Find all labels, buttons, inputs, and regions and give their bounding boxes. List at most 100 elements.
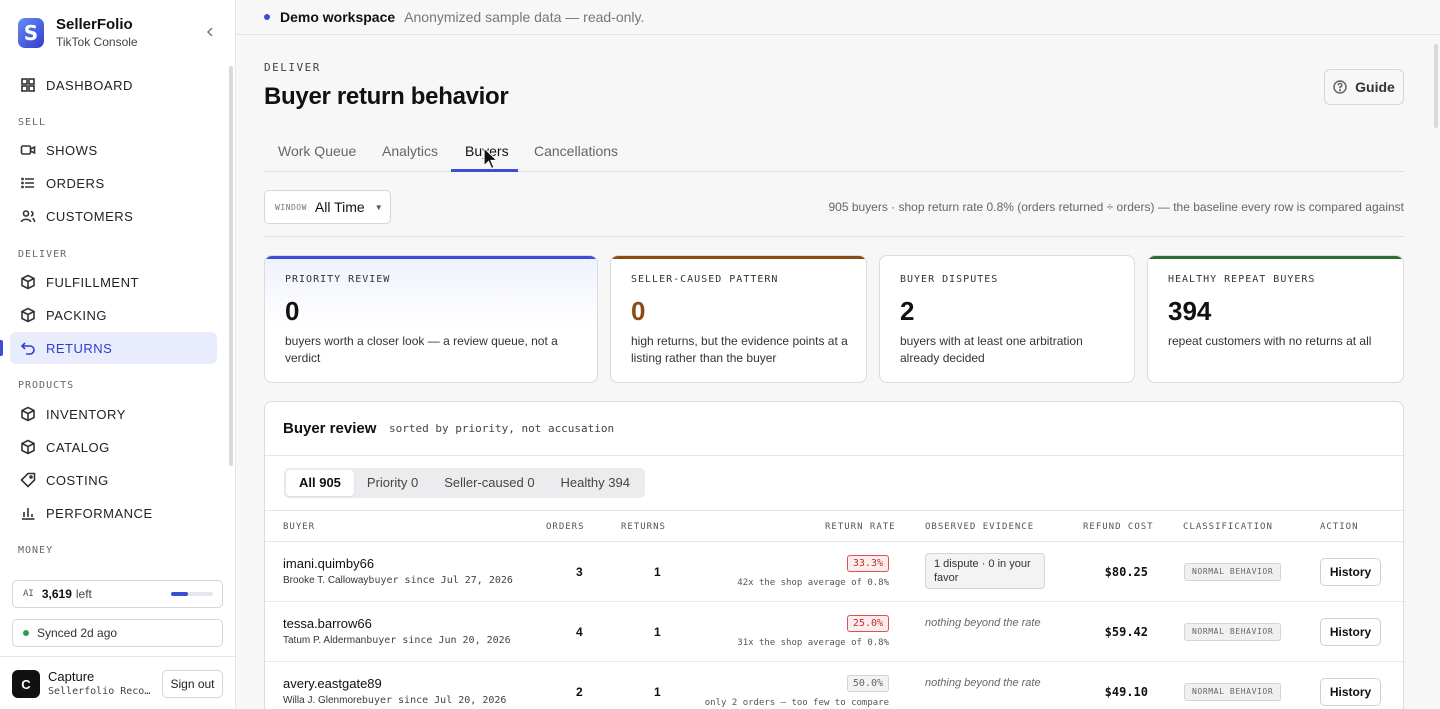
section-label-products: PRODUCTS [18,380,75,391]
buyer-handle[interactable]: imani.quimby66 [283,556,374,571]
tab-bar: Work Queue Analytics Buyers Cancellation… [264,134,1404,172]
window-select[interactable]: WINDOW All Time ▼ [264,190,391,224]
segment-filter: All 905 Priority 0 Seller-caused 0 Healt… [284,468,645,498]
brand[interactable]: S SellerFolio TikTok Console [18,16,138,49]
sidebar-item-dashboard[interactable]: DASHBOARD [10,69,217,101]
ai-credits[interactable]: AI 3,619 left [12,580,223,608]
sidebar-item-inventory[interactable]: INVENTORY [10,398,217,430]
card-buyer-disputes[interactable]: BUYER DISPUTES 2 buyers with at least on… [879,255,1135,383]
sidebar-item-orders[interactable]: ORDERS [10,167,217,199]
buyer-review-panel: Buyer review sorted by priority, not acc… [264,401,1404,709]
evidence-text: nothing beyond the rate [925,677,1041,689]
segment-all[interactable]: All 905 [286,470,354,496]
segment-seller-caused[interactable]: Seller-caused 0 [431,470,547,496]
sidebar-item-label: COSTING [46,472,109,488]
sidebar-scrollbar[interactable] [229,66,233,466]
card-label: HEALTHY REPEAT BUYERS [1168,274,1316,285]
sidebar-item-fulfillment[interactable]: FULFILLMENT [10,266,217,298]
sidebar-item-label: CATALOG [46,439,110,455]
grid-icon [21,78,35,92]
buyer-handle[interactable]: tessa.barrow66 [283,616,372,631]
cube-icon [21,406,35,422]
card-healthy-repeat[interactable]: HEALTHY REPEAT BUYERS 394 repeat custome… [1147,255,1404,383]
card-label: BUYER DISPUTES [900,274,999,285]
tab-cancellations[interactable]: Cancellations [534,143,618,172]
history-button[interactable]: History [1320,618,1381,646]
banner-title: Demo workspace [280,9,396,25]
col-classification[interactable]: CLASSIFICATION [1183,522,1273,532]
guide-button[interactable]: Guide [1324,69,1404,105]
card-label: PRIORITY REVIEW [285,274,391,285]
user-name: Capture [48,669,95,684]
card-priority-review[interactable]: PRIORITY REVIEW 0 buyers worth a closer … [264,255,598,383]
return-rate-badge: 25.0% [846,615,889,632]
return-arrow-icon [20,342,35,355]
bar-chart-icon [22,508,35,520]
history-button[interactable]: History [1320,558,1381,586]
col-evidence[interactable]: OBSERVED EVIDENCE [925,522,1034,532]
window-value: All Time [314,199,365,215]
sidebar-item-label: CUSTOMERS [46,208,134,224]
segment-priority[interactable]: Priority 0 [354,470,431,496]
buyer-real-name: Brooke T. Calloway [283,575,369,586]
divider [264,236,1404,237]
buyer-meta: Tatum P. Aldermanbuyer since Jun 20, 202… [283,635,511,646]
section-label-sell: SELL [18,117,47,128]
page-eyebrow: DELIVER [264,61,321,74]
col-buyer[interactable]: BUYER [283,522,315,532]
buyer-handle[interactable]: avery.eastgate89 [283,676,382,691]
sidebar-item-performance[interactable]: PERFORMANCE [10,497,217,529]
tag-icon [20,472,36,488]
card-value: 0 [285,296,300,326]
sidebar-item-packing[interactable]: PACKING [10,299,217,331]
card-description: repeat customers with no returns at all [1168,334,1372,348]
history-button[interactable]: History [1320,678,1381,706]
tab-analytics[interactable]: Analytics [382,143,438,172]
buyer-meta: Brooke T. Callowaybuyer since Jul 27, 20… [283,575,513,586]
return-rate-badge: 33.3% [846,555,889,572]
table-header: BUYER ORDERS RETURNS RETURN RATE OBSERVE… [265,510,1403,542]
avatar[interactable]: C [12,670,40,698]
card-value: 0 [631,296,646,326]
col-orders[interactable]: ORDERS [546,522,585,532]
buyer-since: buyer since Jul 20, 2026 [361,695,507,706]
sidebar-item-label: DASHBOARD [46,77,133,93]
catalog-icon [21,439,35,455]
segment-healthy[interactable]: Healthy 394 [548,470,643,496]
table-row[interactable]: avery.eastgate89 Willa J. Glenmorebuyer … [265,662,1403,709]
ai-usage-bar [171,592,213,596]
chevron-left-icon[interactable] [203,25,217,39]
card-seller-caused[interactable]: SELLER-CAUSED PATTERN 0 high returns, bu… [610,255,867,383]
sidebar-item-catalog[interactable]: CATALOG [10,431,217,463]
table-row[interactable]: tessa.barrow66 Tatum P. Aldermanbuyer si… [265,602,1403,662]
classification-badge: NORMAL BEHAVIOR [1184,683,1282,701]
col-returns[interactable]: RETURNS [621,522,666,532]
user-subtitle: Sellerfolio Recorder [48,686,152,697]
demo-banner: Demo workspace Anonymized sample data — … [236,0,1440,35]
brand-logo: S [18,17,44,48]
evidence-badge: 1 dispute · 0 in your favor [925,553,1045,589]
refund-cost: $49.10 [1104,685,1148,699]
banner-dot-icon [264,14,270,20]
tab-work-queue[interactable]: Work Queue [278,143,356,172]
ai-credits-value: 3,619 [41,587,72,601]
sign-out-button[interactable]: Sign out [162,670,223,698]
banner-subtitle: Anonymized sample data — read-only. [404,9,645,25]
sidebar-item-customers[interactable]: CUSTOMERS [10,200,217,232]
buyer-meta: Willa J. Glenmorebuyer since Jul 20, 202… [283,695,506,706]
sidebar-item-returns[interactable]: RETURNS [10,332,217,364]
review-subtitle: sorted by priority, not accusation [389,422,615,435]
return-rate-note: 31x the shop average of 0.8% [737,638,889,648]
sidebar-item-label: PERFORMANCE [46,505,153,521]
brand-name: SellerFolio [56,16,133,33]
refund-cost: $59.42 [1104,625,1148,639]
review-header: Buyer review sorted by priority, not acc… [265,402,1403,456]
table-row[interactable]: imani.quimby66 Brooke T. Callowaybuyer s… [265,542,1403,602]
col-return-rate[interactable]: RETURN RATE [825,522,896,532]
main-scrollbar[interactable] [1434,44,1438,128]
ai-usage-fill [171,592,188,596]
col-refund-cost[interactable]: REFUND COST [1083,522,1154,532]
sidebar-item-costing[interactable]: COSTING [10,464,217,496]
sidebar-item-shows[interactable]: SHOWS [10,134,217,166]
sync-status[interactable]: Synced 2d ago [12,619,223,647]
